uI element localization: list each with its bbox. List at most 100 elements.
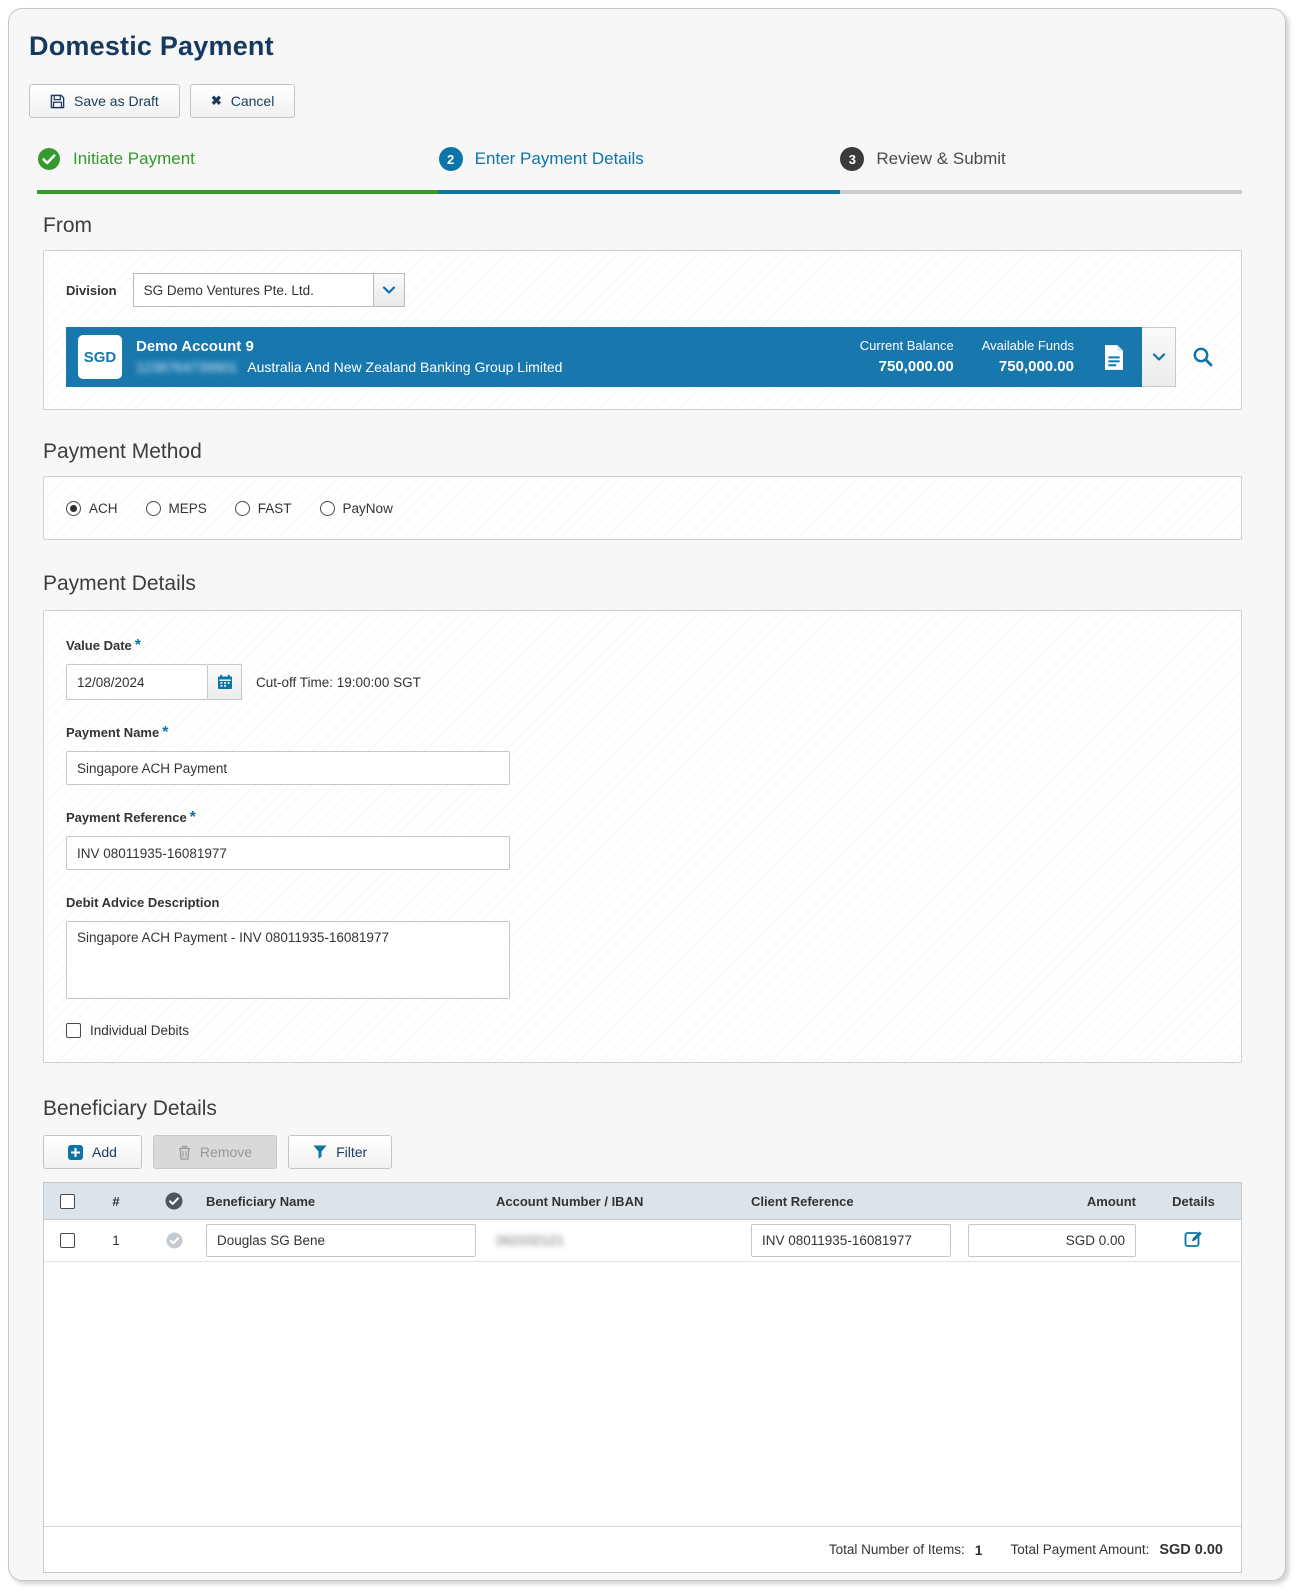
header-amount: Amount <box>1086 1193 1136 1209</box>
chevron-down-icon <box>372 273 405 307</box>
stepper: Initiate Payment 2 Enter Payment Details… <box>37 146 1243 194</box>
row-client-reference-input[interactable] <box>751 1224 951 1257</box>
select-all-checkbox[interactable] <box>59 1193 75 1209</box>
beneficiary-table: # Beneficiary Name Account Number / IBAN… <box>43 1182 1242 1573</box>
division-selected-value: SG Demo Ventures Pte. Ltd. <box>132 273 373 307</box>
calendar-icon[interactable] <box>208 664 242 700</box>
from-panel: Division SG Demo Ventures Pte. Ltd. SGD … <box>43 250 1242 410</box>
step-bar-active <box>438 190 841 194</box>
table-totals-footer: Total Number of Items: 1 Total Payment A… <box>44 1526 1241 1572</box>
header-account-number: Account Number / IBAN <box>496 1193 644 1209</box>
currency-badge: SGD <box>78 335 122 379</box>
check-circle-icon <box>37 147 61 171</box>
current-balance-value: 750,000.00 <box>878 357 954 375</box>
account-search-icon[interactable] <box>1192 346 1214 368</box>
add-beneficiary-button[interactable]: Add <box>43 1135 142 1169</box>
radio-ach-circle <box>66 500 81 516</box>
save-as-draft-label: Save as Draft <box>74 93 159 109</box>
row-checkbox[interactable] <box>59 1233 75 1248</box>
save-icon <box>50 94 65 109</box>
header-index: # <box>112 1193 120 1209</box>
account-name: Demo Account 9 <box>136 338 254 356</box>
remove-label: Remove <box>199 1144 253 1160</box>
individual-debits-label: Individual Debits <box>90 1023 190 1038</box>
individual-debits-checkbox[interactable]: Individual Debits <box>66 1023 1219 1038</box>
required-marker: * <box>134 637 141 654</box>
value-date-label: Value Date <box>66 638 132 653</box>
row-edit-details-icon[interactable] <box>1184 1229 1204 1249</box>
available-funds-value: 750,000.00 <box>998 357 1074 375</box>
payment-method-panel: ACH MEPS FAST PayNow <box>43 476 1242 540</box>
step-number-2: 2 <box>438 147 463 171</box>
filter-icon <box>313 1145 327 1159</box>
step-label-initiate: Initiate Payment <box>73 149 195 168</box>
cancel-label: Cancel <box>230 93 275 109</box>
payment-reference-label: Payment Reference <box>66 810 187 825</box>
page-title: Domestic Payment <box>29 31 274 61</box>
step-label-details: Enter Payment Details <box>474 149 644 168</box>
payment-reference-input[interactable] <box>66 836 510 870</box>
toolbar: Save as Draft ✖ Cancel <box>29 84 1285 118</box>
available-funds-label: Available Funds <box>981 337 1074 353</box>
selected-account-bar[interactable]: SGD Demo Account 9 1238764739901 Austral… <box>66 327 1142 387</box>
payment-name-label: Payment Name <box>66 725 160 740</box>
division-select[interactable]: SG Demo Ventures Pte. Ltd. <box>132 273 405 307</box>
account-bank-name: Australia And New Zealand Banking Group … <box>247 358 563 375</box>
beneficiary-table-header: # Beneficiary Name Account Number / IBAN… <box>44 1183 1241 1220</box>
header-details: Details <box>1172 1193 1215 1209</box>
account-dropdown-chevron[interactable] <box>1142 327 1176 387</box>
header-beneficiary-name: Beneficiary Name <box>206 1193 316 1209</box>
save-as-draft-button[interactable]: Save as Draft <box>29 84 180 118</box>
step-initiate-payment[interactable]: Initiate Payment <box>37 146 439 194</box>
individual-debits-box <box>66 1023 81 1038</box>
step-review-submit[interactable]: 3 Review & Submit <box>840 146 1243 194</box>
division-label: Division <box>66 282 117 298</box>
radio-meps[interactable]: MEPS <box>145 500 207 516</box>
radio-paynow[interactable]: PayNow <box>319 500 393 516</box>
total-items-value: 1 <box>974 1541 983 1558</box>
radio-fast[interactable]: FAST <box>234 500 292 516</box>
payment-method-heading: Payment Method <box>43 440 202 463</box>
cancel-x-icon: ✖ <box>210 93 222 108</box>
debit-advice-textarea[interactable]: Singapore ACH Payment - INV 08011935-160… <box>66 921 510 999</box>
payment-details-heading: Payment Details <box>43 572 196 595</box>
beneficiary-details-heading: Beneficiary Details <box>43 1097 217 1120</box>
row-beneficiary-name-input[interactable] <box>206 1224 476 1257</box>
required-marker: * <box>162 724 169 741</box>
row-index: 1 <box>112 1233 120 1248</box>
table-row: 1 262332121 <box>44 1220 1241 1262</box>
total-amount-label: Total Payment Amount: <box>1010 1542 1150 1557</box>
payment-name-input[interactable] <box>66 751 510 785</box>
radio-paynow-circle <box>319 500 335 516</box>
row-account-number: 262332121 <box>496 1233 564 1248</box>
remove-beneficiary-button[interactable]: Remove <box>152 1135 278 1169</box>
radio-ach[interactable]: ACH <box>66 500 118 516</box>
step-bar-pending <box>840 190 1243 194</box>
filter-button[interactable]: Filter <box>288 1135 393 1169</box>
add-label: Add <box>92 1144 117 1160</box>
cutoff-time-text: Cut-off Time: 19:00:00 SGT <box>256 674 421 690</box>
step-label-review: Review & Submit <box>876 149 1006 168</box>
account-statement-icon[interactable] <box>1102 344 1126 371</box>
step-bar-complete <box>37 190 439 194</box>
payment-details-panel: Value Date* Cut-off Time: 19:00:00 SGT P… <box>43 610 1242 1063</box>
cancel-button[interactable]: ✖ Cancel <box>189 84 296 118</box>
total-amount-value: SGD 0.00 <box>1159 1541 1223 1558</box>
row-status-check-icon <box>165 1232 183 1249</box>
filter-label: Filter <box>336 1144 368 1160</box>
trash-icon <box>178 1145 191 1160</box>
current-balance-label: Current Balance <box>859 337 954 353</box>
account-number: 1238764739901 <box>136 358 238 375</box>
radio-meps-circle <box>145 500 161 516</box>
domestic-payment-page: Domestic Payment Save as Draft ✖ Cancel … <box>8 8 1286 1581</box>
step-enter-payment-details[interactable]: 2 Enter Payment Details <box>438 146 841 194</box>
required-marker: * <box>189 809 196 826</box>
radio-fast-circle <box>234 500 250 516</box>
from-heading: From <box>43 214 92 237</box>
debit-advice-label: Debit Advice Description <box>66 895 220 910</box>
header-client-reference: Client Reference <box>751 1193 854 1209</box>
status-check-header-icon <box>165 1192 183 1210</box>
value-date-input[interactable] <box>66 664 208 700</box>
row-amount-input[interactable] <box>968 1224 1136 1257</box>
add-plus-icon <box>68 1144 83 1160</box>
